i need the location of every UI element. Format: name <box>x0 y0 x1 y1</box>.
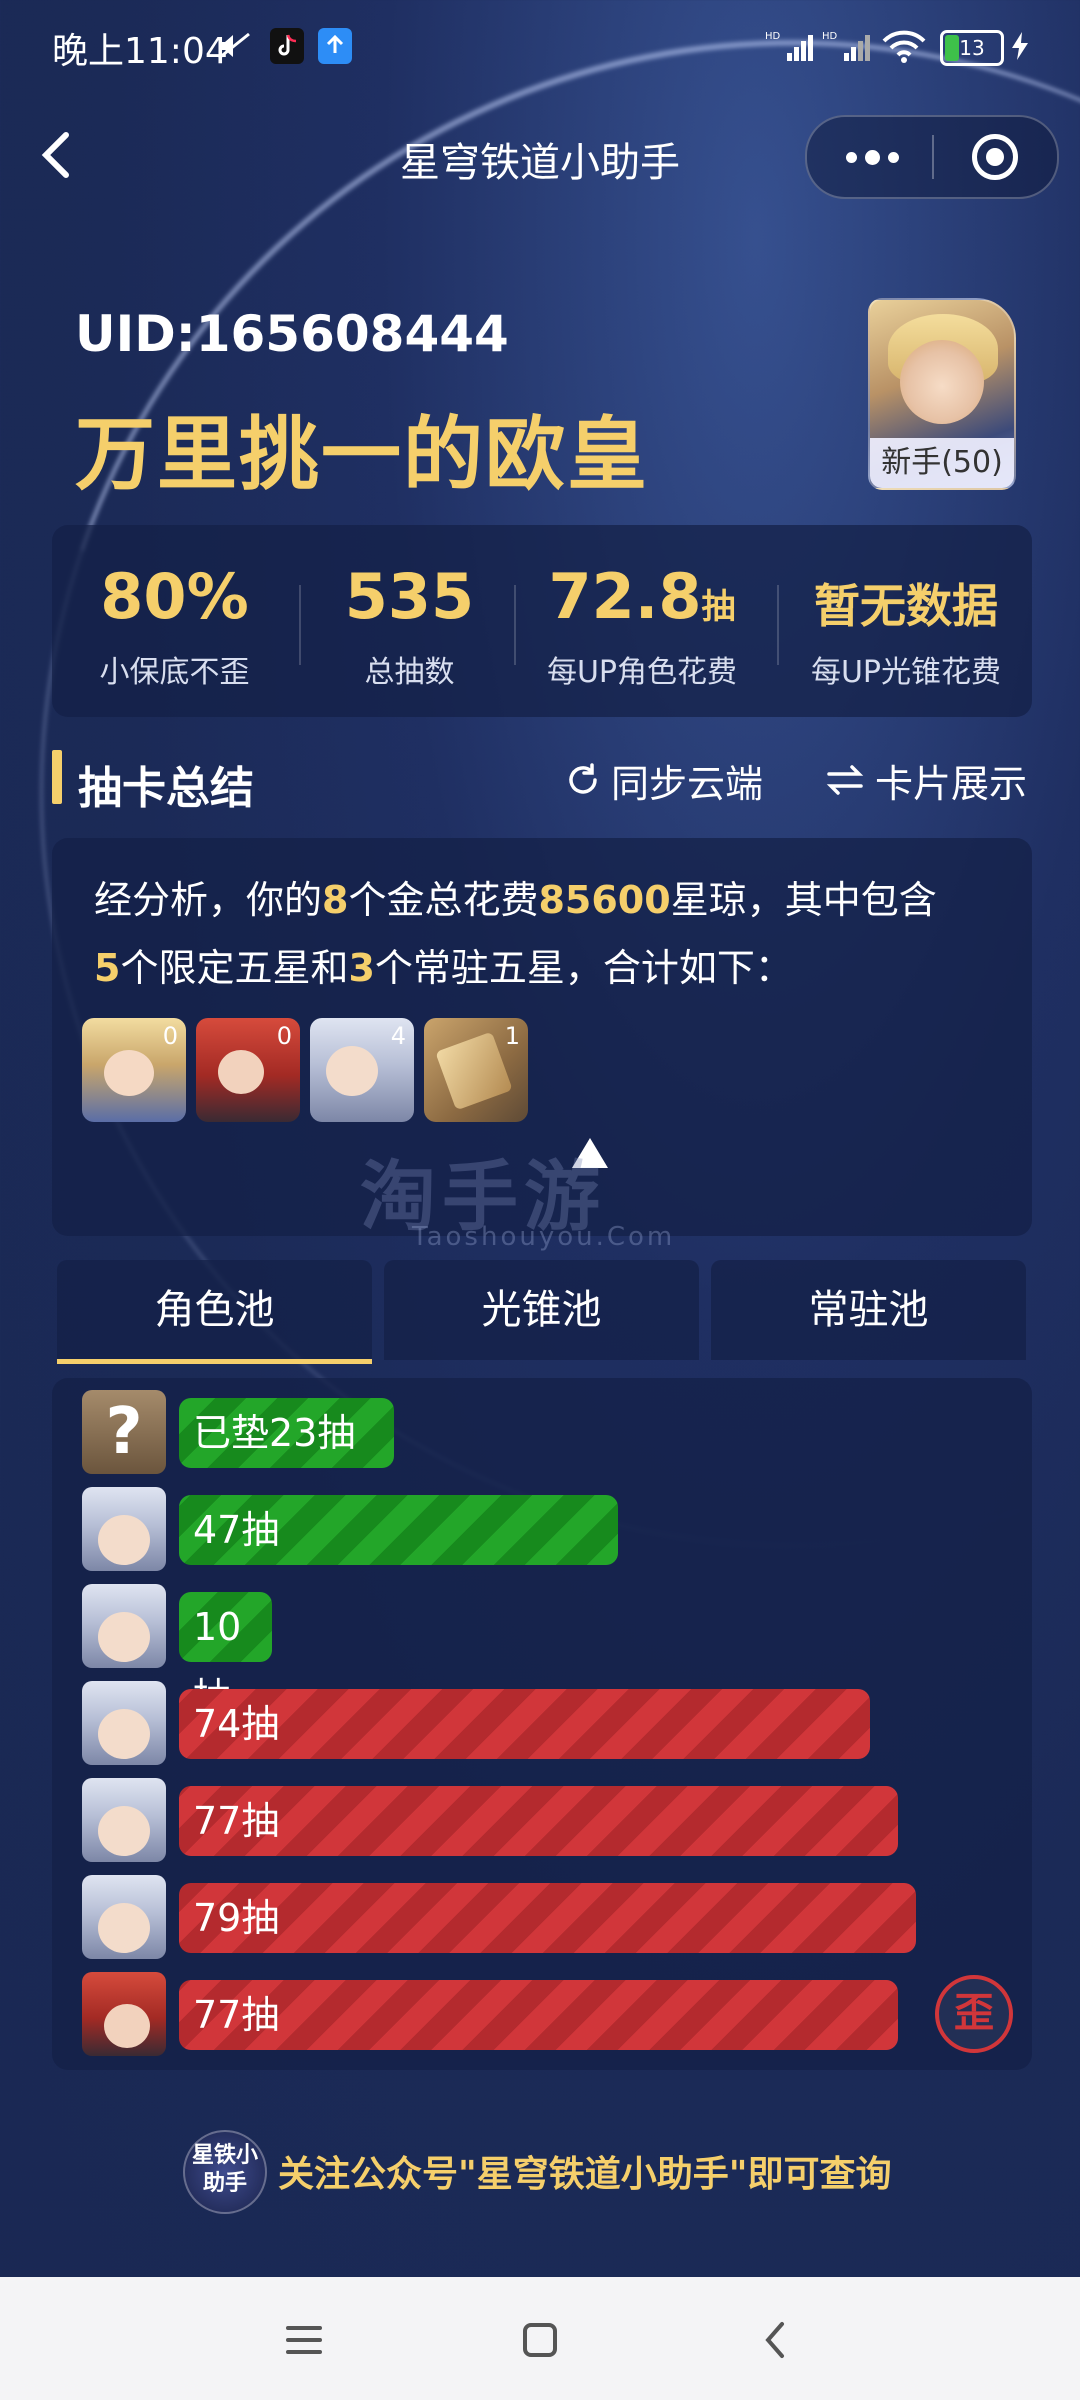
unknown-character-avatar: ? <box>82 1390 166 1474</box>
profile-avatar[interactable]: 新手(50) <box>868 298 1016 490</box>
tab-standard-pool[interactable]: 常驻池 <box>711 1260 1026 1360</box>
superimpose-count: 1 <box>504 1022 520 1050</box>
pull-bar: 77抽 <box>179 1786 898 1856</box>
limited-count: 5 <box>94 946 121 990</box>
home-icon[interactable] <box>512 2312 568 2368</box>
status-time: 晚上11:04 <box>52 31 228 72</box>
tab-character-pool[interactable]: 角色池 <box>57 1260 372 1364</box>
stat-value: 暂无数据 <box>814 579 998 633</box>
stat-value: 72.8抽 <box>548 560 736 633</box>
summary-text: 经分析，你的8个金总花费85600星琼，其中包含 5个限定五星和3个常驻五星，合… <box>94 878 937 990</box>
stat-divider <box>777 585 779 665</box>
pull-row[interactable]: 74抽 <box>82 1681 1022 1765</box>
watermark-url: Taoshouyou.Com <box>412 1222 676 1252</box>
pull-bar: 79抽 <box>179 1883 916 1953</box>
section-accent-bar <box>52 750 62 804</box>
eidolon-count: 0 <box>162 1022 178 1050</box>
uid-label: UID:165608444 <box>75 305 509 363</box>
hd-signal-icon: HD <box>765 28 815 64</box>
section-title: 抽卡总结 <box>78 763 254 814</box>
character-avatar <box>82 1584 166 1668</box>
battery-icon: 13 <box>940 30 1004 66</box>
sync-cloud-label: 同步云端 <box>611 761 764 806</box>
navigation-bar <box>0 2277 1080 2400</box>
pull-row[interactable]: ? 已垫23抽 <box>82 1390 1022 1474</box>
five-star-character-icon[interactable]: 0 <box>82 1018 186 1122</box>
stat-item: 暂无数据 每UP光锥花费 <box>780 525 1032 717</box>
pull-bar: 已垫23抽 <box>179 1398 394 1468</box>
capsule-divider <box>932 135 934 179</box>
swap-icon <box>826 765 864 795</box>
five-star-character-icon[interactable]: 0 <box>196 1018 300 1122</box>
pull-row[interactable]: 10抽 <box>82 1584 1022 1719</box>
pull-history-panel: ? 已垫23抽 47抽 10抽 74抽 77抽 79抽 77抽 <box>52 1378 1032 2070</box>
assistant-logo: 星铁小助手 <box>183 2130 267 2214</box>
eidolon-count: 4 <box>390 1022 406 1050</box>
card-display-label: 卡片展示 <box>875 761 1028 806</box>
stat-label: 每UP光锥花费 <box>810 655 1002 690</box>
eidolon-count: 0 <box>276 1022 292 1050</box>
mute-icon <box>214 28 254 64</box>
pull-bar: 77抽 <box>179 1980 898 2050</box>
menu-icon[interactable] <box>276 2312 332 2368</box>
stat-divider <box>299 585 301 665</box>
five-star-character-icon[interactable]: 4 <box>310 1018 414 1122</box>
svg-text:HD: HD <box>822 31 838 42</box>
sync-cloud-button[interactable]: 同步云端 <box>565 755 764 806</box>
avatar-label: 新手(50) <box>870 438 1014 488</box>
battery-level: 13 <box>959 36 985 60</box>
jade-total: 85600 <box>538 878 671 922</box>
stat-label: 总抽数 <box>364 655 455 690</box>
status-bar: 晚上11:04 HD HD 13 <box>0 0 1080 95</box>
refresh-icon <box>569 763 597 794</box>
pull-row[interactable]: 47抽 <box>82 1487 1022 1571</box>
tiktok-icon <box>270 28 304 64</box>
character-avatar <box>82 1778 166 1862</box>
pull-row[interactable]: 77抽 <box>82 1778 1022 1862</box>
stat-item: 80% 小保底不歪 <box>52 525 297 717</box>
pull-bar: 10抽 <box>179 1592 272 1719</box>
mini-program-capsule <box>805 115 1059 199</box>
standard-count: 3 <box>348 946 375 990</box>
stats-panel: 80% 小保底不歪 535 总抽数 72.8抽 每UP角色花费 暂无数据 每UP… <box>52 525 1032 717</box>
wifi-icon <box>880 28 928 64</box>
footer-follow-text: 关注公众号"星穹铁道小助手"即可查询 <box>278 2154 892 2195</box>
pull-row[interactable]: 79抽 <box>82 1875 1022 1959</box>
gold-count: 8 <box>322 878 349 922</box>
character-avatar <box>82 1875 166 1959</box>
charging-icon <box>1008 28 1032 64</box>
upload-icon <box>318 28 352 64</box>
tab-light-cone-pool[interactable]: 光锥池 <box>384 1260 699 1360</box>
stat-item: 535 总抽数 <box>302 525 517 717</box>
pull-bar: 47抽 <box>179 1495 618 1565</box>
stat-divider <box>514 585 516 665</box>
card-display-button[interactable]: 卡片展示 <box>825 755 1028 806</box>
stat-label: 小保底不歪 <box>99 655 250 690</box>
pull-bar: 74抽 <box>179 1689 870 1759</box>
stat-item: 72.8抽 每UP角色花费 <box>517 525 767 717</box>
close-mini-program-icon[interactable] <box>972 134 1018 180</box>
character-avatar <box>82 1972 166 2056</box>
pull-row[interactable]: 77抽 <box>82 1972 1022 2056</box>
character-avatar <box>82 1487 166 1571</box>
svg-text:HD: HD <box>765 31 781 42</box>
more-options-button[interactable] <box>837 139 907 175</box>
assistant-logo-text: 星铁小助手 <box>191 2143 258 2196</box>
light-cone-icon[interactable]: 1 <box>424 1018 528 1122</box>
off-banner-stamp: 歪 <box>935 1975 1013 2053</box>
stat-value: 535 <box>344 560 475 633</box>
rank-title: 万里挑一的欧皇 <box>75 408 649 501</box>
stat-value: 80% <box>100 560 249 633</box>
hd-signal-icon: HD <box>822 28 872 64</box>
stat-label: 每UP角色花费 <box>546 655 738 690</box>
character-avatar <box>82 1681 166 1765</box>
back-icon[interactable] <box>748 2312 804 2368</box>
